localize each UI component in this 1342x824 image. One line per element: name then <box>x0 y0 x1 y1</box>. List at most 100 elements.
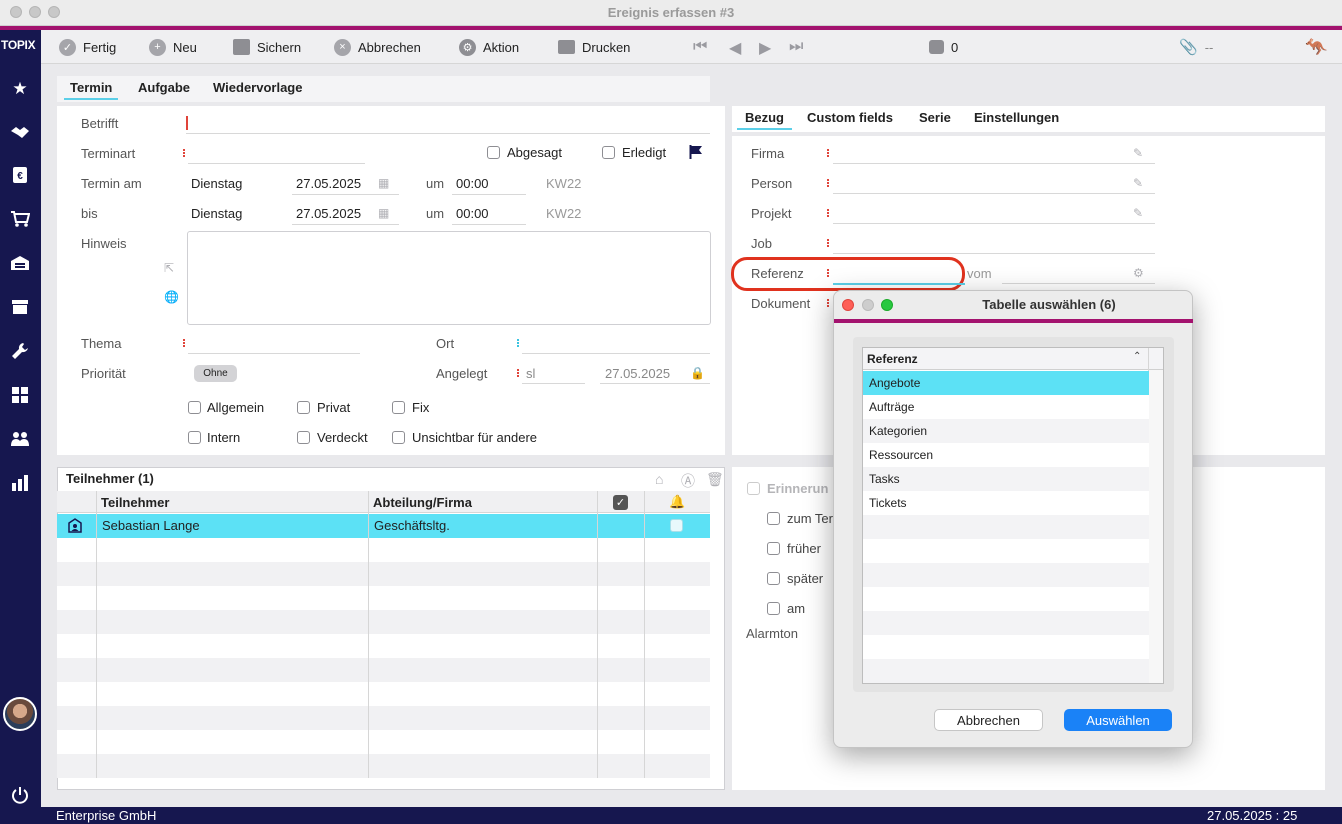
prioritaet-button[interactable]: Ohne <box>194 365 237 382</box>
list-item[interactable]: Tasks <box>863 467 1149 491</box>
pencil-icon[interactable]: ✎ <box>1133 146 1143 160</box>
col-teilnehmer-header[interactable]: Teilnehmer <box>101 495 169 510</box>
unsichtbar-label: Unsichtbar für andere <box>412 430 538 445</box>
required-marker <box>827 209 829 217</box>
reminder-checkbox[interactable] <box>670 519 683 532</box>
globe-icon[interactable]: 🌐 <box>164 290 179 304</box>
tab-wiedervorlage[interactable]: Wiedervorlage <box>213 80 302 98</box>
termin-am-date[interactable]: 27.05.2025 <box>296 176 361 191</box>
company-name: Enterprise GmbH <box>56 808 157 823</box>
tab-bezug[interactable]: Bezug <box>737 110 792 130</box>
archive-icon[interactable] <box>7 294 33 320</box>
privat-checkbox[interactable] <box>297 401 310 414</box>
referenz-list: Referenz ⌃ Angebote Aufträge Kategorien … <box>862 347 1164 684</box>
person-field[interactable] <box>833 193 1155 194</box>
list-item[interactable]: Ressourcen <box>863 443 1149 467</box>
dialog-cancel-button[interactable]: Abbrechen <box>934 709 1043 731</box>
pencil-icon[interactable]: ✎ <box>1133 206 1143 220</box>
calendar-icon[interactable]: ▦ <box>378 206 389 220</box>
erinnerung-checkbox[interactable] <box>747 482 760 495</box>
people-icon[interactable] <box>7 426 33 452</box>
abbrechen-button[interactable]: × Abbrechen <box>334 37 421 57</box>
invoice-icon[interactable]: € <box>7 162 33 188</box>
frueher-checkbox[interactable] <box>767 542 780 555</box>
list-item[interactable]: Kategorien <box>863 419 1149 443</box>
job-field[interactable] <box>833 253 1155 254</box>
referenz-field[interactable] <box>833 283 965 285</box>
fertig-button[interactable]: ✓ Fertig <box>59 37 116 57</box>
pencil-icon[interactable]: ✎ <box>1133 176 1143 190</box>
projekt-field[interactable] <box>833 223 1155 224</box>
expand-icon[interactable]: ⇱ <box>164 261 174 275</box>
ort-field[interactable] <box>522 353 710 354</box>
scrollbar-track[interactable] <box>1149 370 1163 683</box>
power-icon[interactable] <box>7 782 33 808</box>
thema-field[interactable] <box>188 353 360 354</box>
flag-icon[interactable] <box>689 145 703 162</box>
tab-termin[interactable]: Termin <box>64 80 119 100</box>
add-group-icon[interactable]: ⌂ <box>655 471 663 487</box>
lock-indicator[interactable]: 0 <box>929 37 958 57</box>
handshake-icon[interactable] <box>7 119 33 145</box>
wrench-icon[interactable] <box>7 338 33 364</box>
zum-termin-checkbox[interactable] <box>767 512 780 525</box>
tab-custom-fields[interactable]: Custom fields <box>807 110 893 128</box>
calendar-icon[interactable]: ▦ <box>378 176 389 190</box>
attachment-indicator[interactable]: 📎 -- <box>1179 37 1213 57</box>
first-record-icon[interactable]: ⏮ <box>693 38 707 56</box>
list-item[interactable]: Angebote <box>863 371 1149 395</box>
unsichtbar-checkbox[interactable] <box>392 431 405 444</box>
list-item[interactable]: Aufträge <box>863 395 1149 419</box>
calculator-icon[interactable] <box>7 382 33 408</box>
checkbox-column-icon[interactable]: ✓ <box>613 495 628 510</box>
am-checkbox[interactable] <box>767 602 780 615</box>
add-person-icon[interactable]: Ⓐ <box>681 471 695 491</box>
bar-chart-icon[interactable] <box>7 470 33 496</box>
drucken-button[interactable]: Drucken <box>558 37 630 57</box>
vom-field[interactable] <box>1002 283 1155 284</box>
betrifft-field[interactable] <box>186 133 710 134</box>
col-abteilung-header[interactable]: Abteilung/Firma <box>373 495 472 510</box>
required-marker <box>183 339 185 347</box>
participants-title: Teilnehmer (1) <box>66 471 154 486</box>
aktion-button[interactable]: ⚙ Aktion <box>459 37 519 57</box>
plus-icon: + <box>149 38 166 56</box>
allgemein-checkbox[interactable] <box>188 401 201 414</box>
warehouse-icon[interactable] <box>7 250 33 276</box>
bis-time[interactable]: 00:00 <box>456 206 489 221</box>
list-item[interactable]: Tickets <box>863 491 1149 515</box>
tab-serie[interactable]: Serie <box>919 110 951 128</box>
previous-record-icon[interactable]: ◀ <box>729 38 741 58</box>
star-icon[interactable]: ★ <box>7 76 33 102</box>
abgesagt-checkbox[interactable] <box>487 146 500 159</box>
hinweis-textarea[interactable] <box>187 231 711 325</box>
dokument-label: Dokument <box>751 296 811 311</box>
spaeter-checkbox[interactable] <box>767 572 780 585</box>
neu-button[interactable]: + Neu <box>149 37 197 57</box>
fix-checkbox[interactable] <box>392 401 405 414</box>
tab-einstellungen[interactable]: Einstellungen <box>974 110 1059 128</box>
trash-icon[interactable]: 🗑 <box>706 471 724 488</box>
termin-am-time[interactable]: 00:00 <box>456 176 489 191</box>
angelegt-date: 27.05.2025 <box>605 366 671 381</box>
user-avatar[interactable] <box>3 697 37 731</box>
terminart-field[interactable] <box>188 163 365 164</box>
firma-field[interactable] <box>833 163 1155 164</box>
gear-icon[interactable]: ⚙ <box>1133 266 1144 280</box>
erledigt-checkbox[interactable] <box>602 146 615 159</box>
intern-checkbox[interactable] <box>188 431 201 444</box>
cart-icon[interactable] <box>7 206 33 232</box>
bis-date[interactable]: 27.05.2025 <box>296 206 361 221</box>
bis-label: bis <box>81 206 98 221</box>
app-sidebar: TOPIX ★ € <box>0 30 41 824</box>
verdeckt-checkbox[interactable] <box>297 431 310 444</box>
dialog-select-button[interactable]: Auswählen <box>1064 709 1172 731</box>
sichern-button[interactable]: Sichern <box>233 37 301 57</box>
last-record-icon[interactable]: ⏭ <box>789 38 803 56</box>
table-row <box>57 658 710 682</box>
tab-aufgabe[interactable]: Aufgabe <box>138 80 190 98</box>
bell-icon[interactable]: 🔔 <box>669 494 685 510</box>
next-record-icon[interactable]: ▶ <box>759 38 771 58</box>
required-marker <box>827 269 829 277</box>
table-row <box>57 682 710 706</box>
